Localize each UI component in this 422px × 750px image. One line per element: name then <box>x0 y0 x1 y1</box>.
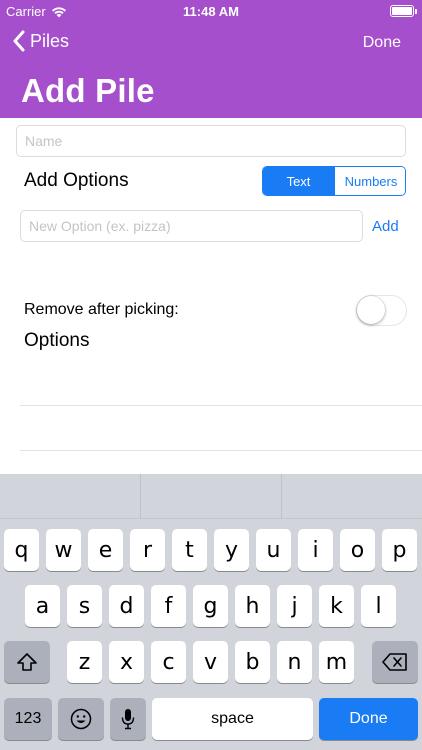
microphone-icon <box>121 709 135 730</box>
shift-key[interactable] <box>4 641 50 683</box>
remove-after-picking-toggle[interactable] <box>356 295 407 326</box>
key-t[interactable]: t <box>172 529 207 571</box>
nav-bar: Piles Done <box>0 26 422 62</box>
backspace-icon <box>382 653 407 671</box>
key-h[interactable]: h <box>235 585 270 627</box>
numbers-key[interactable]: 123 <box>4 698 52 740</box>
key-s[interactable]: s <box>67 585 102 627</box>
battery-icon <box>390 5 417 17</box>
key-y[interactable]: y <box>214 529 249 571</box>
options-divider <box>20 450 422 451</box>
option-type-segmented-control: Text Numbers <box>262 166 406 196</box>
options-heading: Options <box>24 330 90 351</box>
remove-after-picking-label: Remove after picking: <box>24 301 179 318</box>
key-b[interactable]: b <box>235 641 270 683</box>
key-f[interactable]: f <box>151 585 186 627</box>
key-x[interactable]: x <box>109 641 144 683</box>
key-i[interactable]: i <box>298 529 333 571</box>
key-g[interactable]: g <box>193 585 228 627</box>
nav-header: Carrier 11:48 AM Piles Done Add Pile <box>0 0 422 118</box>
key-w[interactable]: w <box>46 529 81 571</box>
key-z[interactable]: z <box>67 641 102 683</box>
key-n[interactable]: n <box>277 641 312 683</box>
keyboard-done-key[interactable]: Done <box>319 698 418 740</box>
suggestion-bar <box>0 474 422 519</box>
status-time: 11:48 AM <box>183 4 239 19</box>
page-title: Add Pile <box>21 72 155 109</box>
key-l[interactable]: l <box>361 585 396 627</box>
backspace-key[interactable] <box>372 641 418 683</box>
chevron-left-icon <box>13 30 25 52</box>
key-q[interactable]: q <box>4 529 39 571</box>
segment-text[interactable]: Text <box>263 167 334 195</box>
back-button[interactable]: Piles <box>12 30 69 52</box>
key-o[interactable]: o <box>340 529 375 571</box>
shift-icon <box>17 653 37 671</box>
toggle-knob <box>357 296 385 324</box>
key-d[interactable]: d <box>109 585 144 627</box>
key-r[interactable]: r <box>130 529 165 571</box>
key-u[interactable]: u <box>256 529 291 571</box>
key-m[interactable]: m <box>319 641 354 683</box>
options-divider <box>20 405 422 406</box>
name-input[interactable] <box>16 125 406 157</box>
key-j[interactable]: j <box>277 585 312 627</box>
add-option-button[interactable]: Add <box>372 218 399 235</box>
add-options-label: Add Options <box>24 170 129 191</box>
key-c[interactable]: c <box>151 641 186 683</box>
new-option-input[interactable] <box>20 210 363 242</box>
done-button[interactable]: Done <box>363 34 401 52</box>
key-a[interactable]: a <box>25 585 60 627</box>
key-e[interactable]: e <box>88 529 123 571</box>
emoji-key[interactable] <box>58 698 104 740</box>
space-key[interactable]: space <box>152 698 313 740</box>
suggestion-divider <box>140 474 141 519</box>
key-p[interactable]: p <box>382 529 417 571</box>
dictation-key[interactable] <box>110 698 146 740</box>
suggestion-divider <box>281 474 282 519</box>
segment-numbers[interactable]: Numbers <box>334 167 405 195</box>
keyboard: q w e r t y u i o p a s d f g h j k l z … <box>0 474 422 750</box>
emoji-icon <box>70 708 92 730</box>
key-v[interactable]: v <box>193 641 228 683</box>
key-k[interactable]: k <box>319 585 354 627</box>
back-button-label: Piles <box>30 30 70 51</box>
status-bar: Carrier 11:48 AM <box>0 0 422 22</box>
